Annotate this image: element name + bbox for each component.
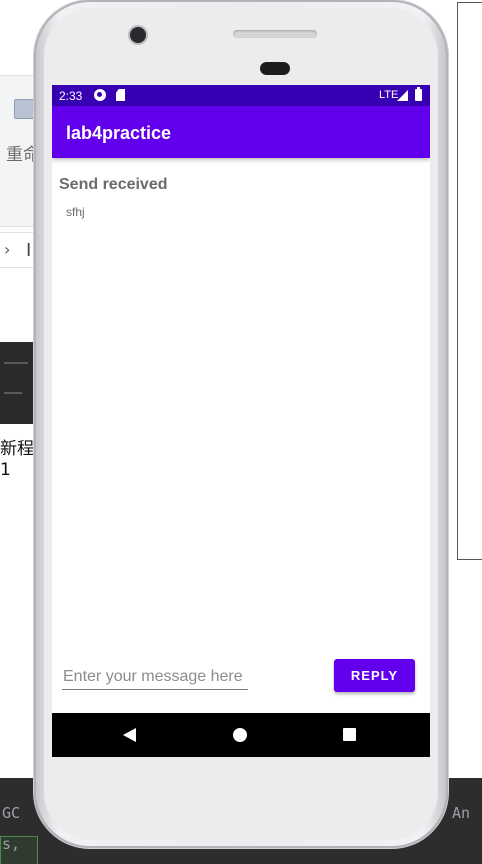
- message-input[interactable]: [62, 665, 248, 690]
- chevron-right-icon: ›: [4, 240, 11, 259]
- back-icon[interactable]: [123, 728, 136, 742]
- app-title: lab4practice: [66, 123, 172, 143]
- recents-icon[interactable]: [343, 728, 356, 741]
- background-right-panel: [457, 2, 482, 560]
- device-screen: 2:33 LTE lab4practice Send received sfhj…: [52, 85, 430, 757]
- status-time: 2:33: [59, 89, 83, 103]
- background-thumbnail: [0, 342, 36, 424]
- received-message: sfhj: [66, 205, 85, 219]
- desktop: 重命 › II 新程序 1 GC s, An 2:33 LTE lab4prac…: [0, 0, 482, 864]
- app-bar: lab4practice: [52, 106, 430, 158]
- terminal-line-1: GC: [2, 804, 21, 822]
- proximity-sensor: [260, 62, 290, 75]
- network-type: LTE: [379, 89, 399, 101]
- app-notification-icon: [94, 89, 106, 101]
- reply-button[interactable]: REPLY: [334, 659, 415, 692]
- sd-card-icon: [116, 89, 125, 101]
- received-heading: Send received: [59, 176, 168, 193]
- earpiece-speaker: [233, 30, 317, 38]
- status-bar: 2:33 LTE: [52, 85, 430, 106]
- signal-icon: [397, 90, 408, 101]
- background-program-text-2: 1: [0, 460, 11, 480]
- terminal-right: An: [452, 804, 471, 822]
- battery-icon: [415, 87, 422, 101]
- front-camera-icon: [130, 27, 146, 43]
- terminal-line-2: s,: [2, 835, 21, 853]
- home-icon[interactable]: [233, 728, 247, 742]
- navigation-bar: [52, 713, 430, 757]
